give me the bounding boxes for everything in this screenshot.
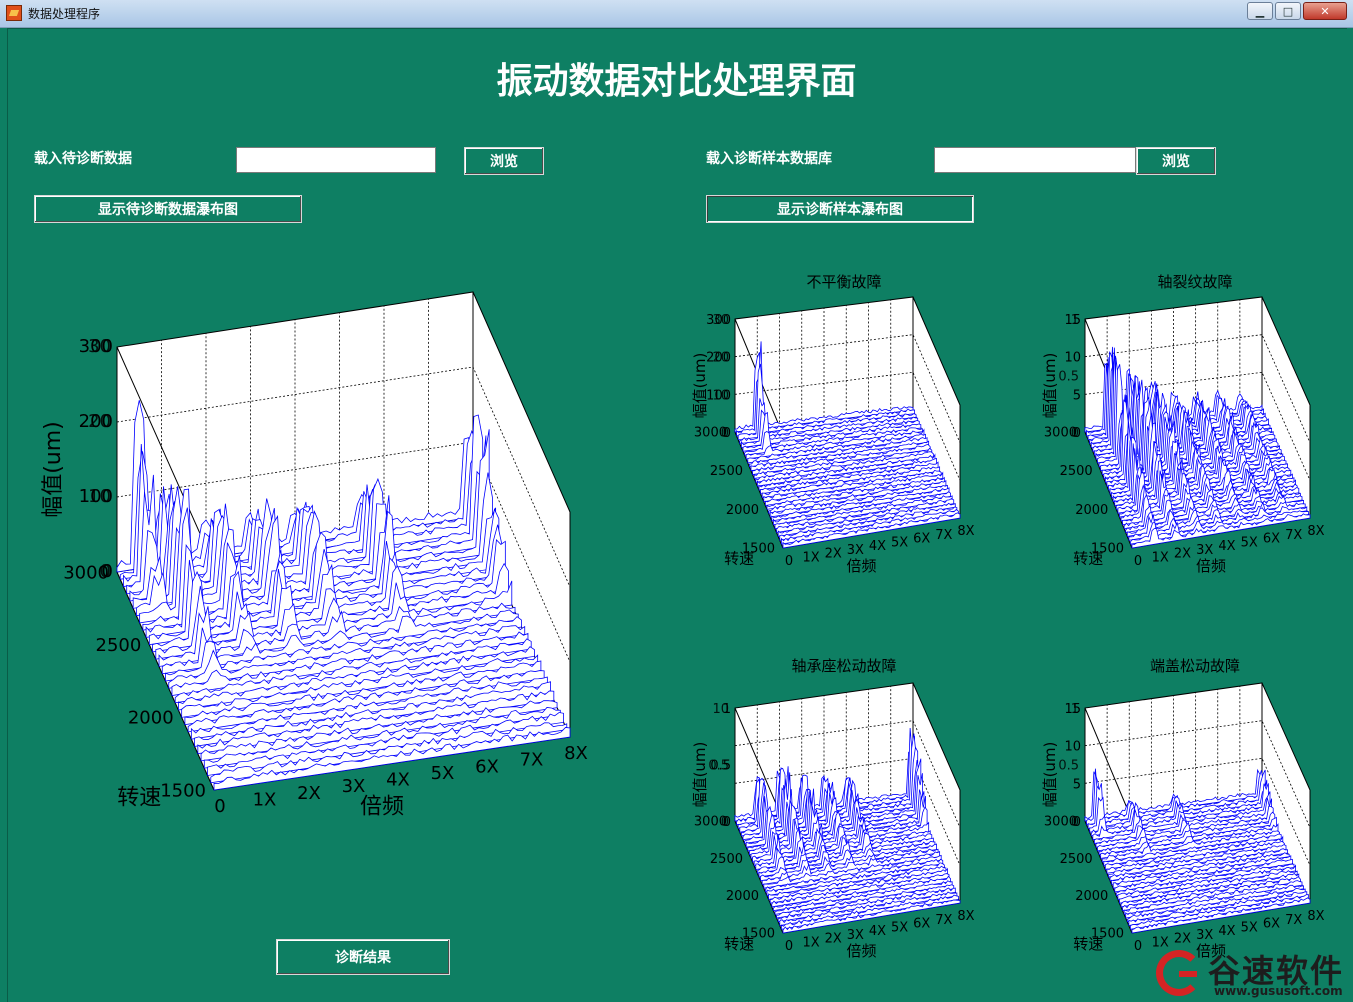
endcover-z-tick-label: 0.5 [1058,759,1079,774]
unbalance-z-tick-label: 0 [721,426,729,441]
crack-z-axis-label: 幅值(um) [1041,353,1059,419]
endcover-z-tick-label: 5 [1073,777,1081,792]
main-y-tick-label: 1500 [160,780,206,801]
main-y-axis-label: 转速 [117,786,161,811]
main-x-tick-label: 6X [475,756,499,777]
endcover-x-tick-label: 3X [1196,928,1213,943]
unbalance-z-tick-label: 20 [712,351,729,366]
crack-x-tick-label: 4X [1218,539,1235,554]
bearing-x-axis-label: 倍频 [846,942,876,960]
unbalance-x-tick-label: 5X [891,535,908,550]
main-x-tick-label: 0 [214,796,225,817]
endcover-z-tick-label: 0 [1071,815,1079,830]
main-z-axis-label: 幅值(um) [41,421,66,518]
main-z-tick-label: 10 [88,486,111,507]
unbalance-x-tick-label: 8X [957,524,974,539]
crack-x-tick-label: 1X [1152,550,1169,565]
crack-x-axis-label: 倍频 [1196,557,1226,575]
endcover-y-axis-label: 转速 [1073,935,1103,953]
crack-z-tick-label: 10 [1064,351,1081,366]
bearing-z-tick-label: 10 [712,702,729,717]
unbalance-z-axis-label: 幅值(um) [691,353,709,419]
crack-x-tick-label: 8X [1307,524,1324,539]
crack-x-tick-label: 5X [1241,535,1258,550]
crack-z-tick-label: 5 [1073,388,1081,403]
main-x-tick-label: 2X [297,783,321,804]
main-x-tick-label: 8X [564,743,588,764]
bearing-x-tick-label: 0 [785,939,793,954]
bearing-x-tick-label: 4X [869,924,886,939]
crack-z-tick-label: 0.5 [1058,370,1079,385]
main-z-tick-label: 0 [100,561,111,582]
crack-z-tick-label: 1 [1071,313,1079,328]
main-z-tick-label: 20 [88,411,111,432]
bearing-x-tick-label: 6X [913,917,930,932]
unbalance-z-tick-label: 10 [712,388,729,403]
bearing-z-tick-label: 0 [721,815,729,830]
unbalance-x-axis-label: 倍频 [846,557,876,575]
unbalance-x-tick-label: 4X [869,539,886,554]
crack-y-axis-label: 转速 [1073,550,1103,568]
endcover-z-tick-label: 10 [1064,740,1081,755]
crack-x-tick-label: 6X [1263,532,1280,547]
bearing-x-tick-label: 8X [957,909,974,924]
main-z-tick-label: 30 [88,336,111,357]
main-x-axis-label: 倍频 [360,795,404,820]
unbalance-x-tick-label: 3X [847,543,864,558]
endcover-z-tick-label: 1 [1071,702,1079,717]
bearing-z-axis-label: 幅值(um) [691,742,709,808]
unbalance-z-tick-label: 30 [712,313,729,328]
unbalance-x-tick-label: 6X [913,532,930,547]
bearing-y-axis-label: 转速 [724,935,754,953]
unbalance-x-tick-label: 0 [785,554,793,569]
unbalance-x-tick-label: 7X [935,528,952,543]
crack-x-tick-label: 7X [1285,528,1302,543]
main-x-tick-label: 1X [253,789,277,810]
crack-x-tick-label: 3X [1196,543,1213,558]
gususoft-logo-icon [1156,950,1202,996]
bearing-x-tick-label: 1X [803,935,820,950]
watermark-url: www.gususoft.com [1214,984,1343,998]
endcover-z-axis-label: 幅值(um) [1041,742,1059,808]
crack-x-tick-label: 2X [1174,547,1191,562]
main-y-tick-label: 2000 [128,708,174,729]
endcover-x-tick-label: 0 [1134,939,1142,954]
crack-x-tick-label: 0 [1134,554,1142,569]
endcover-x-tick-label: 6X [1263,917,1280,932]
bearing-z-tick-label: 0.5 [708,759,729,774]
unbalance-y-axis-label: 转速 [724,550,754,568]
waterfall-plots: 0 1X 2X 3X 4X 5X 6X 7X 8X15002000250030000100200… [41,291,1325,960]
crack-z-tick-label: 0 [1071,426,1079,441]
crack-y-tick-label: 2000 [1075,503,1108,518]
bearing-y-tick-label: 2500 [710,852,743,867]
main-x-tick-label: 4X [386,770,410,791]
gususoft-watermark: 谷速软件 www.gususoft.com [1152,944,1353,1001]
unbalance-x-tick-label: 1X [803,550,820,565]
bearing-x-tick-label: 3X [847,928,864,943]
crack-y-tick-label: 2500 [1060,464,1093,479]
main-x-tick-label: 5X [431,763,455,784]
bearing-x-tick-label: 5X [891,920,908,935]
endcover-x-tick-label: 4X [1218,924,1235,939]
main-y-tick-label: 2500 [96,635,142,656]
bearing-y-tick-label: 2000 [726,889,759,904]
endcover-x-tick-label: 7X [1285,913,1302,928]
unbalance-y-tick-label: 2000 [726,503,759,518]
unbalance-y-tick-label: 2500 [710,464,743,479]
diagnose-result-button[interactable]: 诊断结果 [276,939,450,975]
bearing-x-tick-label: 2X [825,932,842,947]
endcover-x-tick-label: 5X [1241,920,1258,935]
endcover-y-tick-label: 2000 [1075,889,1108,904]
bearing-x-tick-label: 7X [935,913,952,928]
unbalance-x-tick-label: 2X [825,547,842,562]
endcover-y-tick-label: 2500 [1060,852,1093,867]
main-x-tick-label: 7X [520,750,544,771]
endcover-x-tick-label: 8X [1307,909,1324,924]
